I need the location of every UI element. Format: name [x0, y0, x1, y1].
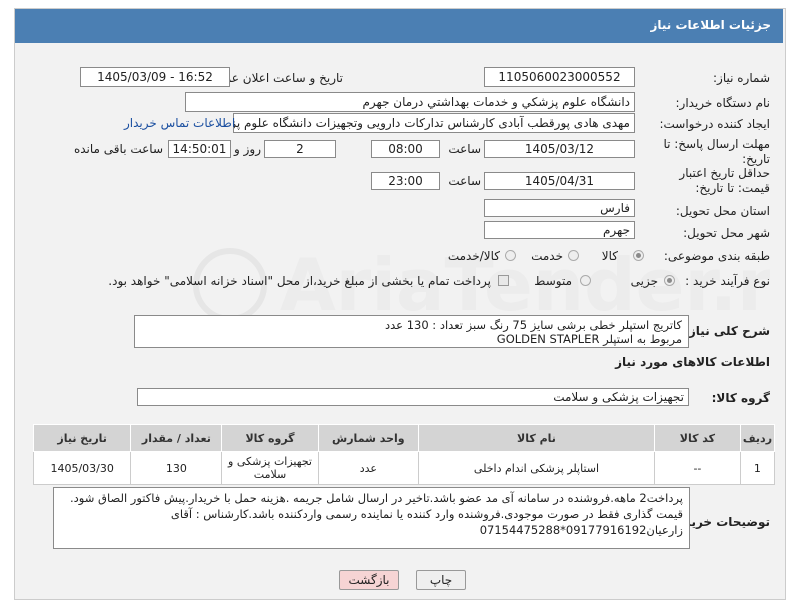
city-label: شهر محل تحویل: — [683, 226, 770, 240]
col-qty: تعداد / مقدار — [130, 424, 223, 452]
back-button[interactable]: بازگشت — [339, 570, 399, 590]
category-radio-service[interactable] — [568, 250, 579, 261]
payment-note: پرداخت تمام یا بخشی از مبلغ خرید،از محل … — [108, 274, 491, 288]
goods-table-header: ردیف کد کالا نام کالا واحد شمارش گروه کا… — [32, 424, 776, 452]
summary-line-1: کاتریج استپلر خطی برشی سایز 75 رنگ سبز ت… — [385, 318, 682, 332]
city-field: جهرم — [484, 221, 635, 239]
category-option-both: کالا/خدمت — [447, 249, 500, 263]
category-option-goods: کالا — [601, 249, 618, 263]
validity-date-field: 1405/04/31 — [484, 172, 635, 190]
need-number-field: 1105060023000552 — [484, 67, 635, 87]
deadline-date-field: 1405/03/12 — [484, 140, 635, 158]
col-code: کد کالا — [653, 424, 741, 452]
treasury-checkbox[interactable] — [498, 275, 509, 286]
cell-name: استاپلر پزشکی اندام داخلی — [418, 451, 655, 485]
province-field: فارس — [484, 199, 635, 217]
days-label: روز و — [234, 142, 261, 156]
col-row: ردیف — [739, 424, 776, 452]
need-number-label: شماره نیاز: — [713, 71, 770, 85]
col-group: گروه کالا — [221, 424, 319, 452]
announce-field: 1405/03/09 - 16:52 — [80, 67, 230, 87]
creator-field: مهدی هادی پورقطب آبادی کارشناس تدارکات د… — [233, 113, 635, 133]
process-option-medium: متوسط — [534, 274, 572, 288]
remaining-label: ساعت باقی مانده — [73, 142, 163, 156]
category-label: طبقه بندی موضوعی: — [663, 249, 770, 263]
buyer-org-field: دانشگاه علوم پزشکي و خدمات بهداشتي درمان… — [185, 92, 635, 112]
goods-group-label: گروه کالا: — [711, 391, 770, 405]
summary-line-2: مربوط به استپلر GOLDEN STAPLER — [496, 332, 682, 346]
summary-field: کاتریج استپلر خطی برشی سایز 75 رنگ سبز ت… — [134, 315, 689, 348]
creator-label: ایجاد کننده درخواست: — [659, 117, 770, 131]
process-label: نوع فرآیند خرید : — [685, 274, 770, 288]
col-name: نام کالا — [418, 424, 655, 452]
validity-time-field: 23:00 — [371, 172, 440, 190]
col-date: تاریخ نیاز — [32, 424, 132, 452]
deadline-time-label: ساعت — [448, 142, 481, 156]
buyer-notes-field: پرداخت2 ماهه.فروشنده در سامانه آی مد عضو… — [53, 487, 690, 549]
process-radio-minor[interactable] — [664, 275, 675, 286]
process-radio-medium[interactable] — [580, 275, 591, 286]
summary-label: شرح کلی نیاز: — [684, 324, 770, 338]
province-label: استان محل تحویل: — [675, 204, 770, 218]
table-row: 1 -- استاپلر پزشکی اندام داخلی عدد تجهیز… — [32, 451, 776, 485]
cell-date: 1405/03/30 — [32, 451, 132, 485]
category-option-service: خدمت — [531, 249, 563, 263]
days-field: 2 — [264, 140, 336, 158]
process-option-minor: جزیی — [630, 274, 658, 288]
title-bar: جزئیات اطلاعات نیاز — [15, 9, 783, 43]
validity-time-label: ساعت — [448, 174, 481, 188]
page-title: جزئیات اطلاعات نیاز — [650, 18, 771, 32]
cell-code: -- — [653, 451, 741, 485]
goods-table: ردیف کد کالا نام کالا واحد شمارش گروه کا… — [32, 424, 776, 485]
contact-buyer-link[interactable]: اطلاعات تماس خریدار — [124, 116, 235, 130]
deadline-label: مهلت ارسال پاسخ: تا تاریخ: — [663, 137, 770, 166]
category-radio-both[interactable] — [505, 250, 516, 261]
remaining-time-field: 14:50:01 — [168, 140, 231, 158]
category-radio-goods[interactable] — [633, 250, 644, 261]
validity-label: حداقل تاریخ اعتبار قیمت: تا تاریخ: — [679, 166, 770, 195]
cell-qty: 130 — [130, 451, 223, 485]
goods-group-field: تجهیزات پزشکی و سلامت — [137, 388, 689, 406]
cell-group: تجهیزات پزشکی و سلامت — [221, 451, 319, 485]
col-unit: واحد شمارش — [317, 424, 420, 452]
goods-section-title: اطلاعات کالاهای مورد نیاز — [615, 355, 770, 369]
cell-unit: عدد — [317, 451, 420, 485]
cell-row: 1 — [739, 451, 776, 485]
print-button[interactable]: چاپ — [416, 570, 466, 590]
deadline-time-field: 08:00 — [371, 140, 440, 158]
buyer-org-label: نام دستگاه خریدار: — [675, 96, 771, 110]
